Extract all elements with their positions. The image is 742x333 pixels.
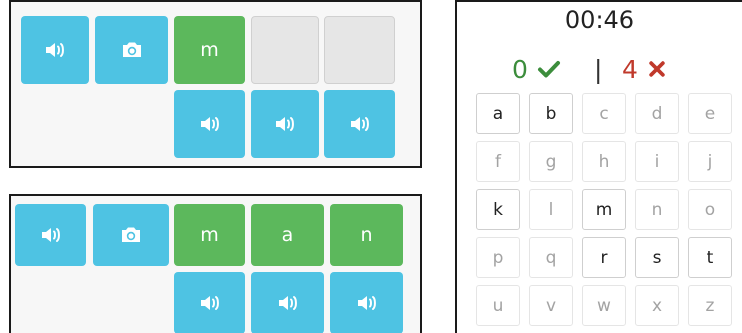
key-c[interactable]: c — [582, 93, 626, 134]
word-panel-top: m — [9, 0, 422, 168]
photo-tile[interactable] — [95, 16, 168, 84]
letter-tile[interactable]: n — [330, 204, 403, 266]
key-l[interactable]: l — [529, 189, 573, 230]
letter-tile-text: n — [360, 224, 373, 246]
letter-tile-text: a — [281, 224, 294, 246]
audio-tile[interactable] — [174, 272, 245, 333]
key-o[interactable]: o — [688, 189, 732, 230]
countdown-timer: 00:46 — [564, 6, 635, 34]
audio-tile[interactable] — [324, 90, 395, 158]
letter-tile[interactable]: a — [251, 204, 324, 266]
key-u[interactable]: u — [476, 285, 520, 326]
letter-tile-text: m — [200, 39, 219, 61]
key-n[interactable]: n — [635, 189, 679, 230]
letter-tile[interactable]: m — [174, 16, 245, 84]
key-q[interactable]: q — [529, 237, 573, 278]
key-k[interactable]: k — [476, 189, 520, 230]
quiz-panel: 00:46 0 | 4 abcde fghij klmno pqrst uvwxz — [455, 0, 742, 333]
photo-tile[interactable] — [93, 204, 169, 266]
key-i[interactable]: i — [635, 141, 679, 182]
key-h[interactable]: h — [582, 141, 626, 182]
key-d[interactable]: d — [635, 93, 679, 134]
key-z[interactable]: z — [688, 285, 732, 326]
key-r[interactable]: r — [582, 237, 626, 278]
key-s[interactable]: s — [635, 237, 679, 278]
camera-icon — [122, 227, 140, 242]
key-w[interactable]: w — [582, 285, 626, 326]
key-f[interactable]: f — [476, 141, 520, 182]
wrong-score: 4 — [622, 52, 667, 86]
check-icon — [537, 61, 560, 78]
speaker-icon — [46, 43, 64, 57]
key-b[interactable]: b — [529, 93, 573, 134]
key-x[interactable]: x — [635, 285, 679, 326]
empty-slot[interactable] — [324, 16, 395, 84]
audio-tile[interactable] — [330, 272, 403, 333]
key-p[interactable]: p — [476, 237, 520, 278]
key-e[interactable]: e — [688, 93, 732, 134]
key-a[interactable]: a — [476, 93, 520, 134]
audio-tile[interactable] — [15, 204, 86, 266]
key-m[interactable]: m — [582, 189, 626, 230]
audio-tile[interactable] — [251, 90, 319, 158]
audio-tile[interactable] — [174, 90, 245, 158]
letter-tile[interactable]: m — [174, 204, 245, 266]
speaker-icon — [357, 296, 376, 310]
correct-score: 0 — [512, 52, 561, 86]
empty-slot[interactable] — [251, 16, 319, 84]
audio-tile[interactable] — [21, 16, 89, 84]
camera-icon — [122, 42, 141, 57]
audio-tile[interactable] — [251, 272, 324, 333]
speaker-icon — [41, 228, 60, 242]
speaker-icon — [200, 117, 219, 131]
key-j[interactable]: j — [688, 141, 732, 182]
letter-tile-text: m — [200, 224, 219, 246]
key-g[interactable]: g — [529, 141, 573, 182]
speaker-icon — [200, 296, 219, 310]
speaker-icon — [276, 117, 294, 131]
correct-count: 0 — [512, 54, 528, 84]
cross-icon — [649, 61, 665, 77]
key-t[interactable]: t — [688, 237, 732, 278]
speaker-icon — [350, 117, 369, 131]
score-separator: | — [594, 54, 603, 84]
word-panel-bottom: m a n — [9, 194, 422, 333]
wrong-count: 4 — [622, 54, 638, 84]
key-v[interactable]: v — [529, 285, 573, 326]
speaker-icon — [278, 296, 297, 310]
